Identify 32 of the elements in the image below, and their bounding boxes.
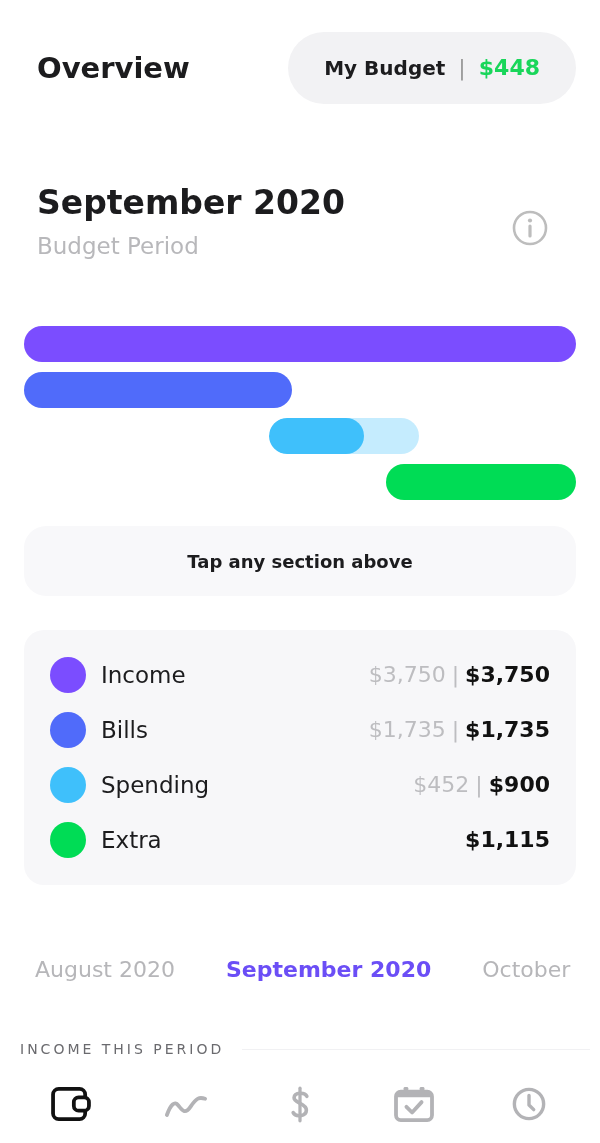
wallet-icon <box>51 1087 92 1121</box>
category-name: Bills <box>101 716 148 745</box>
amount-separator: | <box>451 716 460 745</box>
section-bar[interactable] <box>24 372 292 408</box>
budgeted-amount: $3,750 <box>465 661 550 689</box>
info-icon[interactable] <box>512 210 548 246</box>
dollar-icon <box>290 1085 310 1123</box>
budget-pill[interactable]: My Budget | $448 <box>288 32 576 104</box>
budgeted-amount: $900 <box>488 771 550 799</box>
spent-amount: $452 <box>413 771 470 799</box>
period-subtitle: Budget Period <box>37 232 200 261</box>
budget-amount: $448 <box>478 54 540 82</box>
calendar-check-icon <box>394 1086 435 1122</box>
budgeted-amount: $1,735 <box>465 716 550 744</box>
category-name: Spending <box>101 771 210 800</box>
section-bar-track[interactable] <box>269 418 420 454</box>
spent-amount: $1,735 <box>368 716 446 744</box>
category-name: Extra <box>101 826 162 855</box>
budget-label: My Budget <box>324 55 446 82</box>
section-bar[interactable] <box>386 464 576 500</box>
category-name: Income <box>101 661 186 690</box>
hint-banner: Tap any section above <box>24 526 576 596</box>
period-title: September 2020 <box>37 183 345 223</box>
section-heading: INCOME THIS PERIOD <box>20 1040 225 1059</box>
page-title: Overview <box>37 50 190 86</box>
clock-icon <box>511 1087 546 1121</box>
spent-amount: $3,750 <box>368 661 446 689</box>
amount-separator: | <box>451 661 460 690</box>
budgeted-amount: $1,115 <box>465 826 550 854</box>
budget-separator: | <box>458 54 466 82</box>
period-tab[interactable]: September 2020 <box>226 955 432 985</box>
amount-separator: | <box>475 771 483 800</box>
